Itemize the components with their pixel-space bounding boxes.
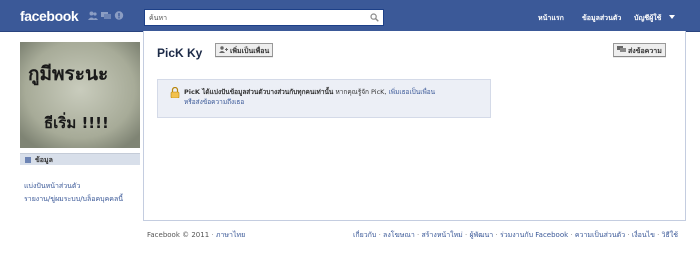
footer-copyright: Facebook © 2011 bbox=[147, 231, 210, 239]
send-message-button[interactable]: ส่งข้อความ bbox=[613, 43, 666, 57]
nav-home-link[interactable]: หน้าแรก bbox=[538, 13, 564, 24]
notice-line-1: PicK ได้แบ่งปันข้อมูลส่วนตัวบางส่วนกับทุ… bbox=[184, 87, 435, 97]
chevron-down-icon[interactable] bbox=[669, 15, 675, 19]
footer-links: เกี่ยวกับ · ลงโฆษณา · สร้างหน้าใหม่ · ผู… bbox=[353, 231, 678, 239]
send-message-label: ส่งข้อความ bbox=[628, 47, 662, 55]
add-friend-icon bbox=[219, 46, 228, 56]
add-her-as-friend-link[interactable]: เพิ่มเธอเป็นเพื่อน bbox=[389, 88, 436, 96]
footer-link-advertising[interactable]: ลงโฆษณา bbox=[383, 231, 415, 239]
messages-icon[interactable] bbox=[101, 11, 111, 20]
profile-picture[interactable]: กูมีพระนะ ธีเริ่ม !!!! bbox=[20, 42, 140, 148]
footer-link-help[interactable]: วิธีใช้ bbox=[662, 231, 678, 239]
footer-link-terms[interactable]: เงื่อนไข bbox=[632, 231, 655, 239]
profile-name: PicK Ky bbox=[157, 46, 203, 60]
notifications-icon[interactable] bbox=[114, 11, 124, 20]
notice-line-2: หรือส่งข้อความถึงเธอ bbox=[184, 97, 435, 107]
search-box bbox=[144, 9, 384, 26]
search-icon[interactable] bbox=[370, 13, 379, 24]
footer-link-about[interactable]: เกี่ยวกับ bbox=[353, 231, 376, 239]
info-icon bbox=[25, 157, 31, 163]
profile-picture-image: กูมีพระนะ ธีเริ่ม !!!! bbox=[20, 42, 140, 148]
footer-language-link[interactable]: ภาษาไทย bbox=[216, 231, 245, 239]
notice-bold-text: PicK ได้แบ่งปันข้อมูลส่วนตัวบางส่วนกับทุ… bbox=[184, 88, 334, 96]
footer-left: Facebook © 2011 · ภาษาไทย bbox=[147, 231, 246, 239]
footer-link-privacy[interactable]: ความเป็นส่วนตัว bbox=[575, 231, 625, 239]
message-icon bbox=[617, 46, 626, 56]
send-her-message-link[interactable]: หรือส่งข้อความถึงเธอ bbox=[184, 98, 244, 106]
picture-text-line1: กูมีพระนะ bbox=[28, 63, 108, 86]
footer-link-create-page[interactable]: สร้างหน้าใหม่ bbox=[421, 231, 462, 239]
footer-link-developers[interactable]: ผู้พัฒนา bbox=[469, 231, 493, 239]
footer-link-careers[interactable]: ร่วมงานกับ Facebook bbox=[500, 231, 568, 239]
picture-text-line2: ธีเริ่ม !!!! bbox=[44, 112, 109, 132]
facebook-logo[interactable]: facebook bbox=[20, 8, 79, 24]
nav-profile-link[interactable]: ข้อมูลส่วนตัว bbox=[582, 13, 621, 24]
add-friend-button[interactable]: เพิ่มเป็นเพื่อน bbox=[215, 43, 274, 57]
sidebar-item-info[interactable]: ข้อมูล bbox=[20, 153, 140, 165]
notice-mid-text: หากคุณรู้จัก PicK, bbox=[335, 88, 387, 96]
search-input[interactable] bbox=[145, 10, 365, 25]
share-profile-link[interactable]: แบ่งปันหน้าส่วนตัว bbox=[24, 181, 80, 192]
main-content bbox=[143, 31, 686, 221]
sidebar-item-info-label: ข้อมูล bbox=[35, 156, 53, 164]
report-block-link[interactable]: รายงาน/ขู่ผมระบบ/บล็อคบุคคลนี้ bbox=[24, 194, 123, 205]
friend-requests-icon[interactable] bbox=[88, 11, 98, 20]
top-bar: facebook หน้าแรก ข้อมูลส่วนตัว บัญชีผู้ใ… bbox=[0, 0, 700, 32]
privacy-notice: PicK ได้แบ่งปันข้อมูลส่วนตัวบางส่วนกับทุ… bbox=[157, 79, 491, 118]
lock-icon bbox=[170, 86, 180, 100]
add-friend-label: เพิ่มเป็นเพื่อน bbox=[230, 47, 270, 55]
nav-account-link[interactable]: บัญชีผู้ใช้ bbox=[634, 13, 661, 24]
